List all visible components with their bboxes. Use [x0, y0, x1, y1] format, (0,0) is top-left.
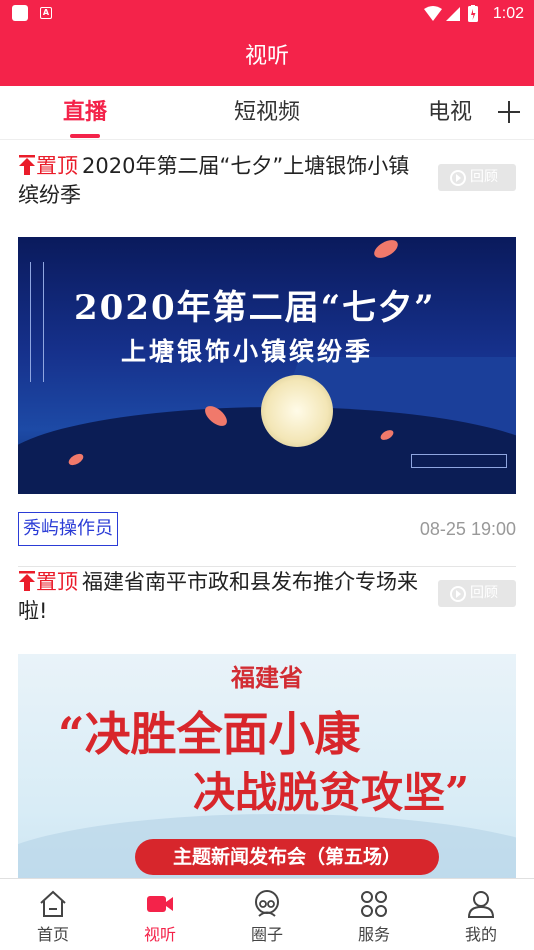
video-thumbnail[interactable]: 福建省 “决胜全面小康 决战脱贫攻坚” 主题新闻发布会（第五场） [18, 654, 516, 878]
pinned-badge: 置顶 [18, 570, 78, 594]
status-time: 1:02 [492, 5, 524, 22]
live-feed: 置顶 2020年第二届“七夕”上塘银饰小镇缤纷季 回顾 2020年第二届“七夕” … [0, 140, 534, 878]
pinned-badge: 置顶 [18, 154, 78, 178]
add-channel-icon[interactable] [494, 97, 524, 127]
nav-home[interactable]: 首页 [0, 879, 106, 950]
user-icon [467, 891, 495, 918]
tab-live-label: 直播 [62, 100, 107, 125]
pinned-label: 置顶 [36, 154, 78, 178]
tab-short-video[interactable]: 短视频 [222, 86, 312, 140]
replay-icon [450, 170, 466, 186]
tab-live[interactable]: 直播 [52, 86, 118, 140]
status-bar: A 1:02 [0, 0, 534, 28]
grid-icon [361, 891, 387, 917]
card-divider [18, 566, 516, 567]
nav-video[interactable]: 视听 [107, 879, 213, 950]
nav-service-label: 服务 [357, 925, 390, 944]
notification-icon [12, 5, 28, 21]
nav-service[interactable]: 服务 [321, 879, 427, 950]
home-icon [40, 890, 66, 917]
nav-circle-label: 圈子 [250, 925, 283, 944]
card-title[interactable]: 置顶 福建省南平市政和县发布推介专场来啦! [18, 568, 430, 626]
banner-pill: 主题新闻发布会（第五场） [135, 839, 439, 875]
card-title[interactable]: 置顶 2020年第二届“七夕”上塘银饰小镇缤纷季 [18, 152, 430, 210]
channel-tabs: 直播 短视频 电视 [0, 86, 534, 140]
banner-subheadline: 决战脱贫攻坚” [193, 768, 470, 817]
nav-profile-label: 我的 [464, 925, 497, 944]
tab-tv-label: 电视 [427, 100, 472, 125]
pinned-label: 置顶 [36, 570, 78, 594]
pin-arrow-icon [19, 155, 35, 175]
banner-moon [261, 375, 333, 447]
pin-arrow-icon [19, 571, 35, 591]
replay-icon [450, 586, 466, 602]
banner-subheadline: 上塘银饰小镇缤纷季 [121, 337, 374, 366]
banner-headline: 2020年第二届“七夕” [74, 288, 436, 328]
petal-decor [371, 237, 401, 262]
app-notification-icon: A [40, 7, 52, 19]
replay-label: 回顾 [470, 169, 498, 185]
tab-tv[interactable]: 电视 [418, 86, 482, 140]
bottom-nav: 首页 视听 圈子 服务 我的 [0, 878, 534, 950]
video-camera-icon [147, 896, 173, 912]
author-tag[interactable]: 秀屿操作员 [18, 512, 118, 546]
banner-top-text: 福建省 [231, 663, 303, 692]
publish-time: 08-25 19:00 [419, 519, 516, 539]
banner-headline: “决胜全面小康 [58, 707, 361, 761]
replay-button[interactable]: 回顾 [438, 580, 516, 607]
circle-icon [255, 890, 279, 917]
video-thumbnail[interactable]: 2020年第二届“七夕” 上塘银饰小镇缤纷季 [18, 237, 516, 494]
page-title: 视听 [0, 28, 534, 86]
tab-short-video-label: 短视频 [233, 100, 300, 125]
active-tab-indicator [70, 134, 100, 138]
replay-button[interactable]: 回顾 [438, 164, 516, 191]
nav-home-label: 首页 [36, 925, 69, 944]
banner-caption-box [411, 454, 507, 468]
feed-card[interactable]: 置顶 福建省南平市政和县发布推介专场来啦! 回顾 福建省 “决胜全面小康 决战脱贫… [18, 568, 516, 878]
feed-card[interactable]: 置顶 2020年第二届“七夕”上塘银饰小镇缤纷季 回顾 2020年第二届“七夕” … [18, 152, 516, 572]
banner-decor [30, 262, 44, 382]
replay-label: 回顾 [470, 585, 498, 601]
nav-video-label: 视听 [143, 925, 176, 944]
nav-circle[interactable]: 圈子 [214, 879, 320, 950]
card-title-text: 福建省南平市政和县发布推介专场来啦! [18, 570, 418, 623]
system-status-icons [424, 5, 478, 22]
card-meta: 秀屿操作员 08-25 19:00 [18, 512, 516, 548]
nav-profile[interactable]: 我的 [428, 879, 534, 950]
